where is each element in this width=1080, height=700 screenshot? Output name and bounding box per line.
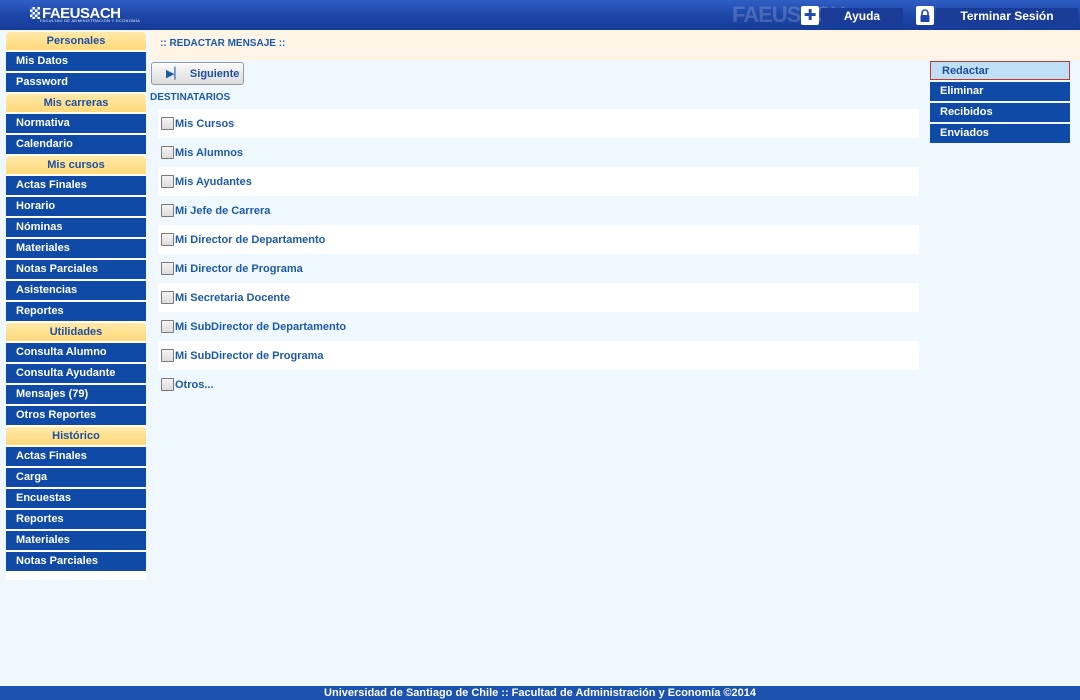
- sidebar-item-password[interactable]: Password: [6, 73, 146, 92]
- sidebar-item-encuestas[interactable]: Encuestas: [6, 489, 146, 508]
- recipient-label[interactable]: Otros...: [175, 379, 214, 391]
- checkered-flag-icon: [30, 7, 40, 19]
- sidebar-item-reportes[interactable]: Reportes: [6, 510, 146, 529]
- sidebar-item-horario[interactable]: Horario: [6, 197, 146, 216]
- section-header-historico: Histórico: [6, 427, 146, 445]
- recipient-row: Mi Director de Programa: [158, 254, 919, 283]
- section-header-mis-cursos: Mis cursos: [6, 156, 146, 174]
- recipient-checkbox[interactable]: [161, 204, 174, 217]
- section-header-utilidades: Utilidades: [6, 323, 146, 341]
- sidebar-item-actas-finales[interactable]: Actas Finales: [6, 447, 146, 466]
- messages-menu: Redactar Eliminar Recibidos Enviados: [930, 61, 1070, 145]
- recipient-checkbox[interactable]: [161, 320, 174, 333]
- recipient-checkbox[interactable]: [161, 349, 174, 362]
- sidebar-item-actas-finales[interactable]: Actas Finales: [6, 176, 146, 195]
- sidebar-item-materiales[interactable]: Materiales: [6, 531, 146, 550]
- sidebar-item-notas-parciales[interactable]: Notas Parciales: [6, 552, 146, 571]
- recipient-row: Mis Alumnos: [158, 138, 919, 167]
- recipient-row: Mi Secretaria Docente: [158, 283, 919, 312]
- recipient-row: Mi Director de Departamento: [158, 225, 919, 254]
- lock-icon: [916, 6, 934, 25]
- recipient-checkbox[interactable]: [161, 146, 174, 159]
- top-header: FAEUSACH FACULTAD DE ADMINISTRACIÓN Y EC…: [0, 0, 1080, 30]
- recipient-label[interactable]: Mi Director de Programa: [175, 263, 303, 275]
- section-header-mis-carreras: Mis carreras: [6, 94, 146, 112]
- recipient-label[interactable]: Mis Cursos: [175, 118, 234, 130]
- sidebar-item-mis-datos[interactable]: Mis Datos: [6, 52, 146, 71]
- footer: Universidad de Santiago de Chile :: Facu…: [0, 686, 1080, 700]
- section-header-personales: Personales: [6, 32, 146, 50]
- recipient-label[interactable]: Mis Alumnos: [175, 147, 243, 159]
- recipient-row: Mi SubDirector de Programa: [158, 341, 919, 370]
- recipient-label[interactable]: Mi Secretaria Docente: [175, 292, 290, 304]
- logout-label: Terminar Sesión: [936, 7, 1078, 24]
- recipient-checkbox[interactable]: [161, 291, 174, 304]
- logout-button[interactable]: Terminar Sesión: [916, 5, 1078, 26]
- content-title-bar: :: REDACTAR MENSAJE ::: [150, 30, 1080, 60]
- next-arrow-icon: ▶▏: [166, 68, 183, 80]
- recipient-checkbox[interactable]: [161, 175, 174, 188]
- recipient-row: Otros...: [158, 370, 919, 399]
- sidebar-item-materiales[interactable]: Materiales: [6, 239, 146, 258]
- sidebar-item-consulta-ayudante[interactable]: Consulta Ayudante: [6, 364, 146, 383]
- recipient-label[interactable]: Mi Jefe de Carrera: [175, 205, 270, 217]
- recipient-row: Mis Ayudantes: [158, 167, 919, 196]
- sidebar-item-calendario[interactable]: Calendario: [6, 135, 146, 154]
- next-button-label: Siguiente: [189, 67, 240, 80]
- message-menu-redactar[interactable]: Redactar: [930, 61, 1070, 80]
- recipient-row: Mi SubDirector de Departamento: [158, 312, 919, 341]
- sidebar-item-mensajes-79[interactable]: Mensajes (79): [6, 385, 146, 404]
- logo-subtitle: FACULTAD DE ADMINISTRACIÓN Y ECONOMÍA: [40, 18, 141, 23]
- page-title: :: REDACTAR MENSAJE ::: [160, 38, 286, 49]
- help-button[interactable]: ✚ Ayuda: [801, 5, 903, 26]
- recipient-checkbox[interactable]: [161, 262, 174, 275]
- recipient-label[interactable]: Mi SubDirector de Departamento: [175, 321, 346, 333]
- recipient-checkbox[interactable]: [161, 233, 174, 246]
- message-menu-enviados[interactable]: Enviados: [930, 124, 1070, 143]
- message-menu-recibidos[interactable]: Recibidos: [930, 103, 1070, 122]
- sidebar-item-otros-reportes[interactable]: Otros Reportes: [6, 406, 146, 425]
- next-button[interactable]: ▶▏ Siguiente: [151, 62, 244, 85]
- recipient-label[interactable]: Mi Director de Departamento: [175, 234, 325, 246]
- recipient-label[interactable]: Mi SubDirector de Programa: [175, 350, 324, 362]
- plus-medical-icon: ✚: [801, 6, 819, 25]
- sidebar-item-consulta-alumno[interactable]: Consulta Alumno: [6, 343, 146, 362]
- recipient-row: Mi Jefe de Carrera: [158, 196, 919, 225]
- recipient-row: Mis Cursos: [158, 109, 919, 138]
- recipient-checkbox[interactable]: [161, 117, 174, 130]
- sidebar-item-nominas[interactable]: Nóminas: [6, 218, 146, 237]
- sidebar-item-asistencias[interactable]: Asistencias: [6, 281, 146, 300]
- help-label: Ayuda: [821, 7, 903, 24]
- footer-text: Universidad de Santiago de Chile :: Facu…: [324, 687, 756, 699]
- sidebar-item-carga[interactable]: Carga: [6, 468, 146, 487]
- recipient-label[interactable]: Mis Ayudantes: [175, 176, 252, 188]
- recipients-list: Mis Cursos Mis Alumnos Mis Ayudantes Mi Jef…: [158, 109, 919, 399]
- sidebar-item-notas-parciales[interactable]: Notas Parciales: [6, 260, 146, 279]
- message-menu-eliminar[interactable]: Eliminar: [930, 82, 1070, 101]
- recipient-checkbox[interactable]: [161, 378, 174, 391]
- recipients-heading: DESTINATARIOS: [150, 92, 231, 103]
- left-sidebar-menu: Personales Mis Datos Password Mis carreras N…: [6, 32, 146, 580]
- sidebar-item-reportes[interactable]: Reportes: [6, 302, 146, 321]
- sidebar-item-normativa[interactable]: Normativa: [6, 114, 146, 133]
